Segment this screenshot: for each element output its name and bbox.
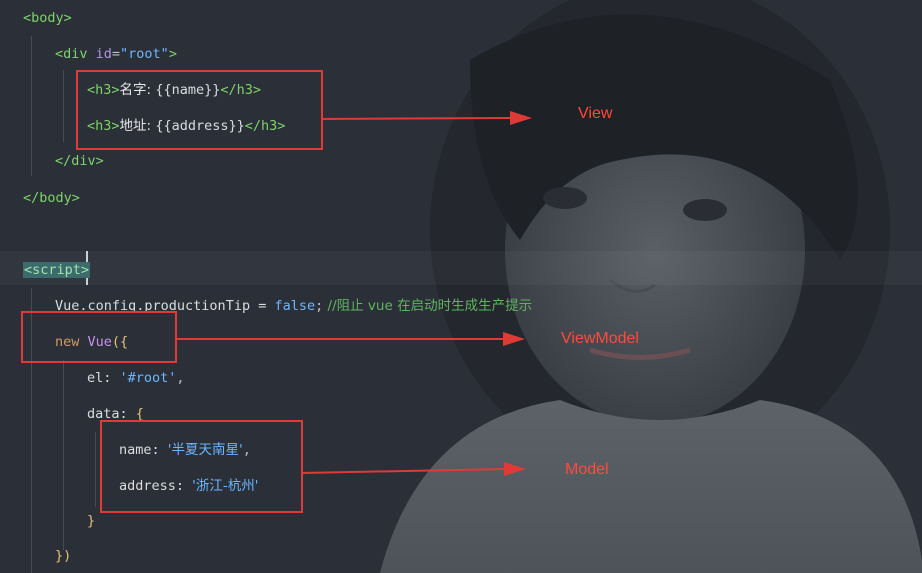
- viewmodel-label: ViewModel: [561, 330, 639, 347]
- viewmodel-arrow: [175, 332, 525, 346]
- model-label: Model: [565, 461, 609, 478]
- view-arrow: [320, 111, 532, 125]
- view-label: View: [578, 105, 613, 122]
- annotation-arrows: [175, 111, 532, 476]
- model-arrow: [300, 462, 526, 476]
